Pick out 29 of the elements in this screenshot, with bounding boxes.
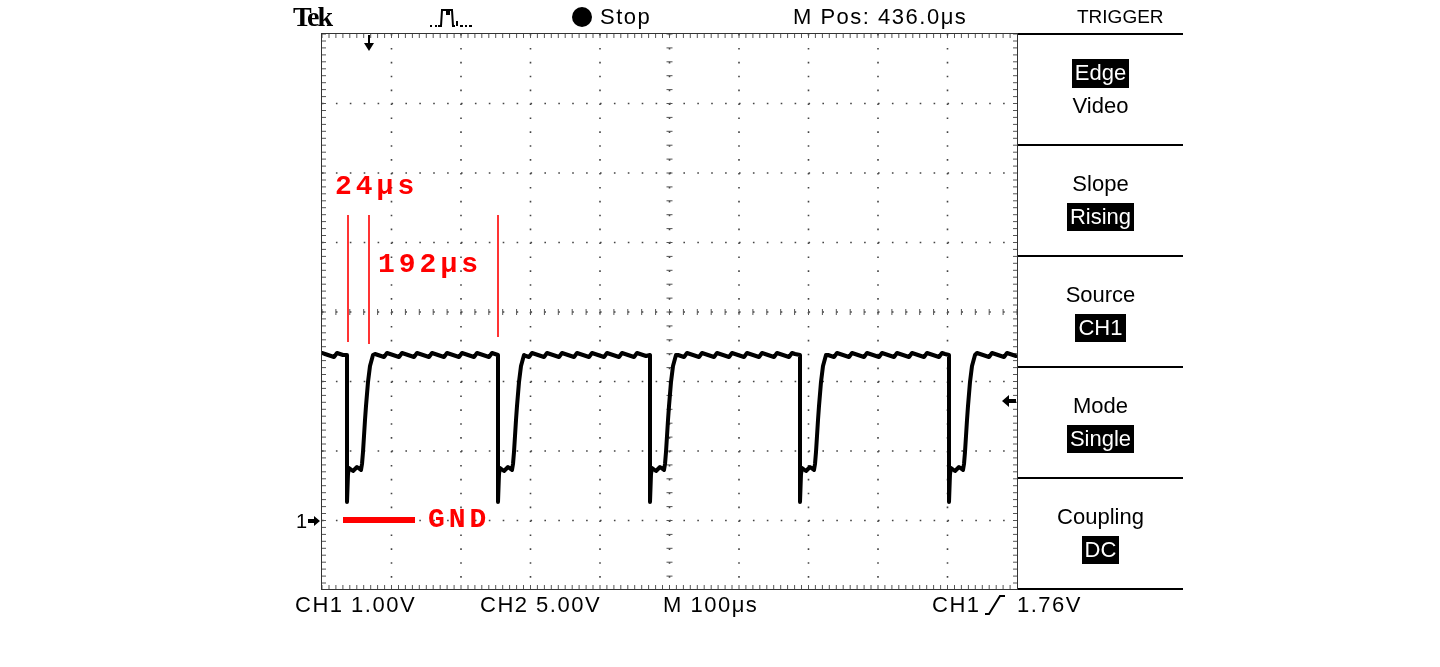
timebase-readout: M 100μs [663,594,759,616]
run-state-label: Stop [600,5,652,28]
left-arrow-icon [1002,395,1016,407]
setting-label: Slope [1071,170,1130,199]
setting-value[interactable]: DC [1081,535,1120,564]
setting-value[interactable]: Single [1066,424,1135,453]
setting-value[interactable]: Rising [1066,202,1135,231]
pulse-waveform-icon [430,6,472,27]
ch2-scale-readout: CH2 5.00V [480,594,602,616]
channel-marker-label: 1 [296,511,308,531]
right-arrow-icon [308,516,321,526]
trigger-type-option[interactable]: Edge [1071,59,1130,88]
pulse-width-annotation: 24μs [335,173,419,201]
ground-annotation: GND [428,506,491,534]
position-readout: M Pos: 436.0μs [793,5,968,28]
trigger-type-option[interactable]: Video [1069,91,1132,120]
setting-label: Source [1064,281,1137,310]
setting-label: Mode [1071,392,1129,421]
ch1-scale-readout: CH1 1.00V [295,594,417,616]
period-annotation: 192μs [378,251,482,279]
menu-title: TRIGGER [1077,7,1164,26]
setting-value[interactable]: CH1 [1075,313,1126,342]
brand-label: Tek [293,2,332,31]
trigger-level-readout: 1.76V [1017,594,1082,616]
status-dot-icon [572,6,592,27]
trigger-source-readout: CH1 [932,594,981,616]
setting-label: Coupling [1056,503,1145,532]
rising-edge-icon [985,595,1005,615]
down-arrow-icon [363,35,375,51]
